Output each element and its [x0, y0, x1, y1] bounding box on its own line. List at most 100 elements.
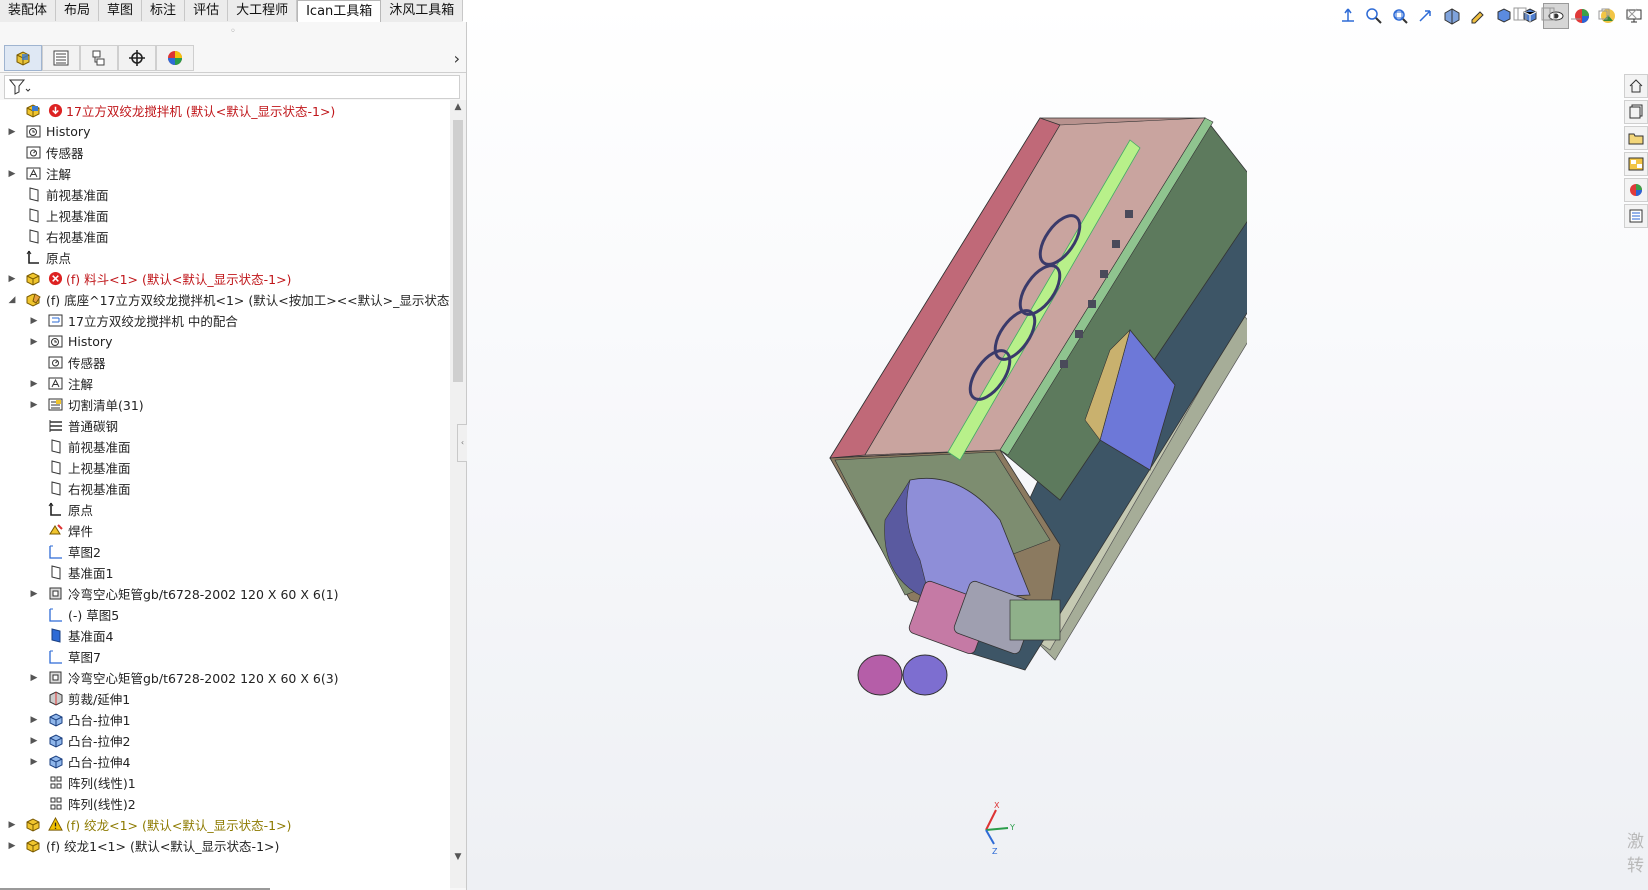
- close-icon[interactable]: [1624, 6, 1640, 22]
- tree-item[interactable]: 右视基准面: [0, 478, 450, 499]
- trim-extend-icon: [46, 690, 64, 708]
- tree-item[interactable]: ▶ 凸台-拉伸2: [0, 730, 450, 751]
- tree-item[interactable]: 基准面1: [0, 562, 450, 583]
- tree-item[interactable]: 右视基准面: [0, 226, 450, 247]
- expand-arrow-icon[interactable]: ▶: [29, 379, 39, 389]
- tree-item[interactable]: ▶ 凸台-拉伸4: [0, 751, 450, 772]
- expand-arrow-icon[interactable]: ▶: [7, 274, 17, 284]
- tree-item[interactable]: ▶ 凸台-拉伸1: [0, 709, 450, 730]
- expand-arrow-icon[interactable]: ▶: [7, 820, 17, 830]
- model-render[interactable]: [787, 100, 1247, 710]
- command-tab[interactable]: 草图: [99, 0, 143, 21]
- command-tab[interactable]: 布局: [56, 0, 100, 21]
- zoom-to-fit-icon[interactable]: [1361, 3, 1387, 29]
- maximize-icon[interactable]: [1596, 6, 1612, 22]
- appearances-icon[interactable]: [1624, 178, 1648, 202]
- tree-item[interactable]: 上视基准面: [0, 457, 450, 478]
- property-manager-tab[interactable]: [42, 45, 80, 71]
- file-explorer-icon[interactable]: [1624, 126, 1648, 150]
- tree-item[interactable]: 原点: [0, 499, 450, 520]
- dynamic-annotation-icon[interactable]: [1465, 3, 1491, 29]
- scroll-down-icon[interactable]: ▼: [452, 852, 464, 862]
- feature-manager-tab[interactable]: [4, 45, 42, 71]
- tree-item[interactable]: 阵列(线性)1: [0, 772, 450, 793]
- tree-item[interactable]: ▶ (f) 料斗<1> (默认<默认_显示状态-1>): [0, 268, 450, 289]
- tree-item[interactable]: 草图7: [0, 646, 450, 667]
- structural-member-icon: [46, 585, 64, 603]
- custom-properties-icon[interactable]: [1624, 204, 1648, 228]
- tree-item[interactable]: ▶ 切割清单(31): [0, 394, 450, 415]
- tree-item[interactable]: 焊件: [0, 520, 450, 541]
- home-icon[interactable]: [1624, 74, 1648, 98]
- tree-item[interactable]: ▶ (f) 绞龙1<1> (默认<默认_显示状态-1>): [0, 835, 450, 856]
- tree-item[interactable]: 前视基准面: [0, 184, 450, 205]
- command-tab[interactable]: 装配体: [0, 0, 57, 21]
- tree-item[interactable]: 阵列(线性)2: [0, 793, 450, 814]
- tree-item-label: 原点: [46, 251, 72, 266]
- tree-item[interactable]: ▶ History: [0, 331, 450, 352]
- expand-arrow-icon[interactable]: ▶: [7, 841, 17, 851]
- linear-pattern-icon: [46, 795, 64, 813]
- tree-item[interactable]: (-) 草图5: [0, 604, 450, 625]
- tree-item[interactable]: 剪裁/延伸1: [0, 688, 450, 709]
- expand-arrow-icon[interactable]: ▶: [29, 316, 39, 326]
- design-library-icon[interactable]: [1624, 100, 1648, 124]
- tree-item[interactable]: 普通碳钢: [0, 415, 450, 436]
- tree-item[interactable]: 上视基准面: [0, 205, 450, 226]
- command-tab[interactable]: 评估: [185, 0, 229, 21]
- expand-arrow-icon[interactable]: ▶: [7, 169, 17, 179]
- command-tab[interactable]: 大工程师: [228, 0, 298, 21]
- tree-item[interactable]: 传感器: [0, 352, 450, 373]
- zoom-to-area-icon[interactable]: [1387, 3, 1413, 29]
- tree-item[interactable]: ▶ History: [0, 121, 450, 142]
- restore-left-icon[interactable]: [1512, 6, 1528, 22]
- expand-arrow-icon[interactable]: ▶: [29, 715, 39, 725]
- previous-view-icon[interactable]: [1413, 3, 1439, 29]
- tree-item[interactable]: ◢ (f) 底座^17立方双绞龙搅拌机<1> (默认<按加工><<默认>_显示状态…: [0, 289, 450, 310]
- expand-arrow-icon[interactable]: ▶: [29, 673, 39, 683]
- tree-filter-box[interactable]: [4, 75, 460, 99]
- tree-item[interactable]: ▶ 注解: [0, 163, 450, 184]
- tree-item[interactable]: 草图2: [0, 541, 450, 562]
- expand-arrow-icon[interactable]: ▶: [29, 736, 39, 746]
- expand-arrow-icon[interactable]: ▶: [7, 127, 17, 137]
- tree-item[interactable]: ▶ (f) 绞龙<1> (默认<默认_显示状态-1>): [0, 814, 450, 835]
- view-orientation-icon[interactable]: [1335, 3, 1361, 29]
- tree-item-label: 凸台-拉伸2: [68, 734, 131, 749]
- tree-item[interactable]: 原点: [0, 247, 450, 268]
- expand-arrow-icon[interactable]: ▶: [29, 400, 39, 410]
- display-manager-tab[interactable]: [156, 45, 194, 71]
- expand-arrow-icon[interactable]: ▶: [29, 589, 39, 599]
- restore-right-icon[interactable]: [1540, 6, 1556, 22]
- tree-item[interactable]: ▶ 注解: [0, 373, 450, 394]
- tree-item-label: History: [46, 124, 91, 139]
- panel-expand-arrow[interactable]: ›: [454, 49, 460, 68]
- panel-grip[interactable]: ◦: [0, 26, 466, 37]
- expand-arrow-icon[interactable]: ▶: [29, 337, 39, 347]
- section-view-icon[interactable]: [1439, 3, 1465, 29]
- tree-item-label: (f) 绞龙<1> (默认<默认_显示状态-1>): [66, 818, 292, 833]
- graphics-area[interactable]: X Y Z 激 转: [467, 0, 1648, 890]
- tree-item[interactable]: ▶ 冷弯空心矩管gb/t6728-2002 120 X 60 X 6(3): [0, 667, 450, 688]
- tree-item[interactable]: 17立方双绞龙搅拌机 (默认<默认_显示状态-1>): [0, 100, 450, 121]
- scroll-up-icon[interactable]: ▲: [452, 102, 464, 112]
- view-palette-icon[interactable]: [1624, 152, 1648, 176]
- scroll-thumb[interactable]: [453, 120, 463, 382]
- command-tab[interactable]: 沐风工具箱: [381, 0, 464, 21]
- tree-item[interactable]: ▶ 冷弯空心矩管gb/t6728-2002 120 X 60 X 6(1): [0, 583, 450, 604]
- minimize-icon[interactable]: [1568, 6, 1584, 22]
- material-icon: [46, 417, 64, 435]
- tree-item[interactable]: 前视基准面: [0, 436, 450, 457]
- tree-item[interactable]: ▶ 17立方双绞龙搅拌机 中的配合: [0, 310, 450, 331]
- tree-item[interactable]: 传感器: [0, 142, 450, 163]
- dimxpert-tab[interactable]: [118, 45, 156, 71]
- configuration-manager-tab[interactable]: [80, 45, 118, 71]
- tree-scrollbar[interactable]: ▲ ▼: [450, 100, 466, 888]
- weldment-icon: [46, 522, 64, 540]
- tree-item[interactable]: 基准面4: [0, 625, 450, 646]
- collapse-arrow-icon[interactable]: ◢: [7, 295, 17, 305]
- command-tab[interactable]: 标注: [142, 0, 186, 21]
- expand-arrow-icon[interactable]: ▶: [29, 757, 39, 767]
- command-tab[interactable]: Ican工具箱: [297, 0, 382, 23]
- triad-x-label: X: [994, 801, 1000, 810]
